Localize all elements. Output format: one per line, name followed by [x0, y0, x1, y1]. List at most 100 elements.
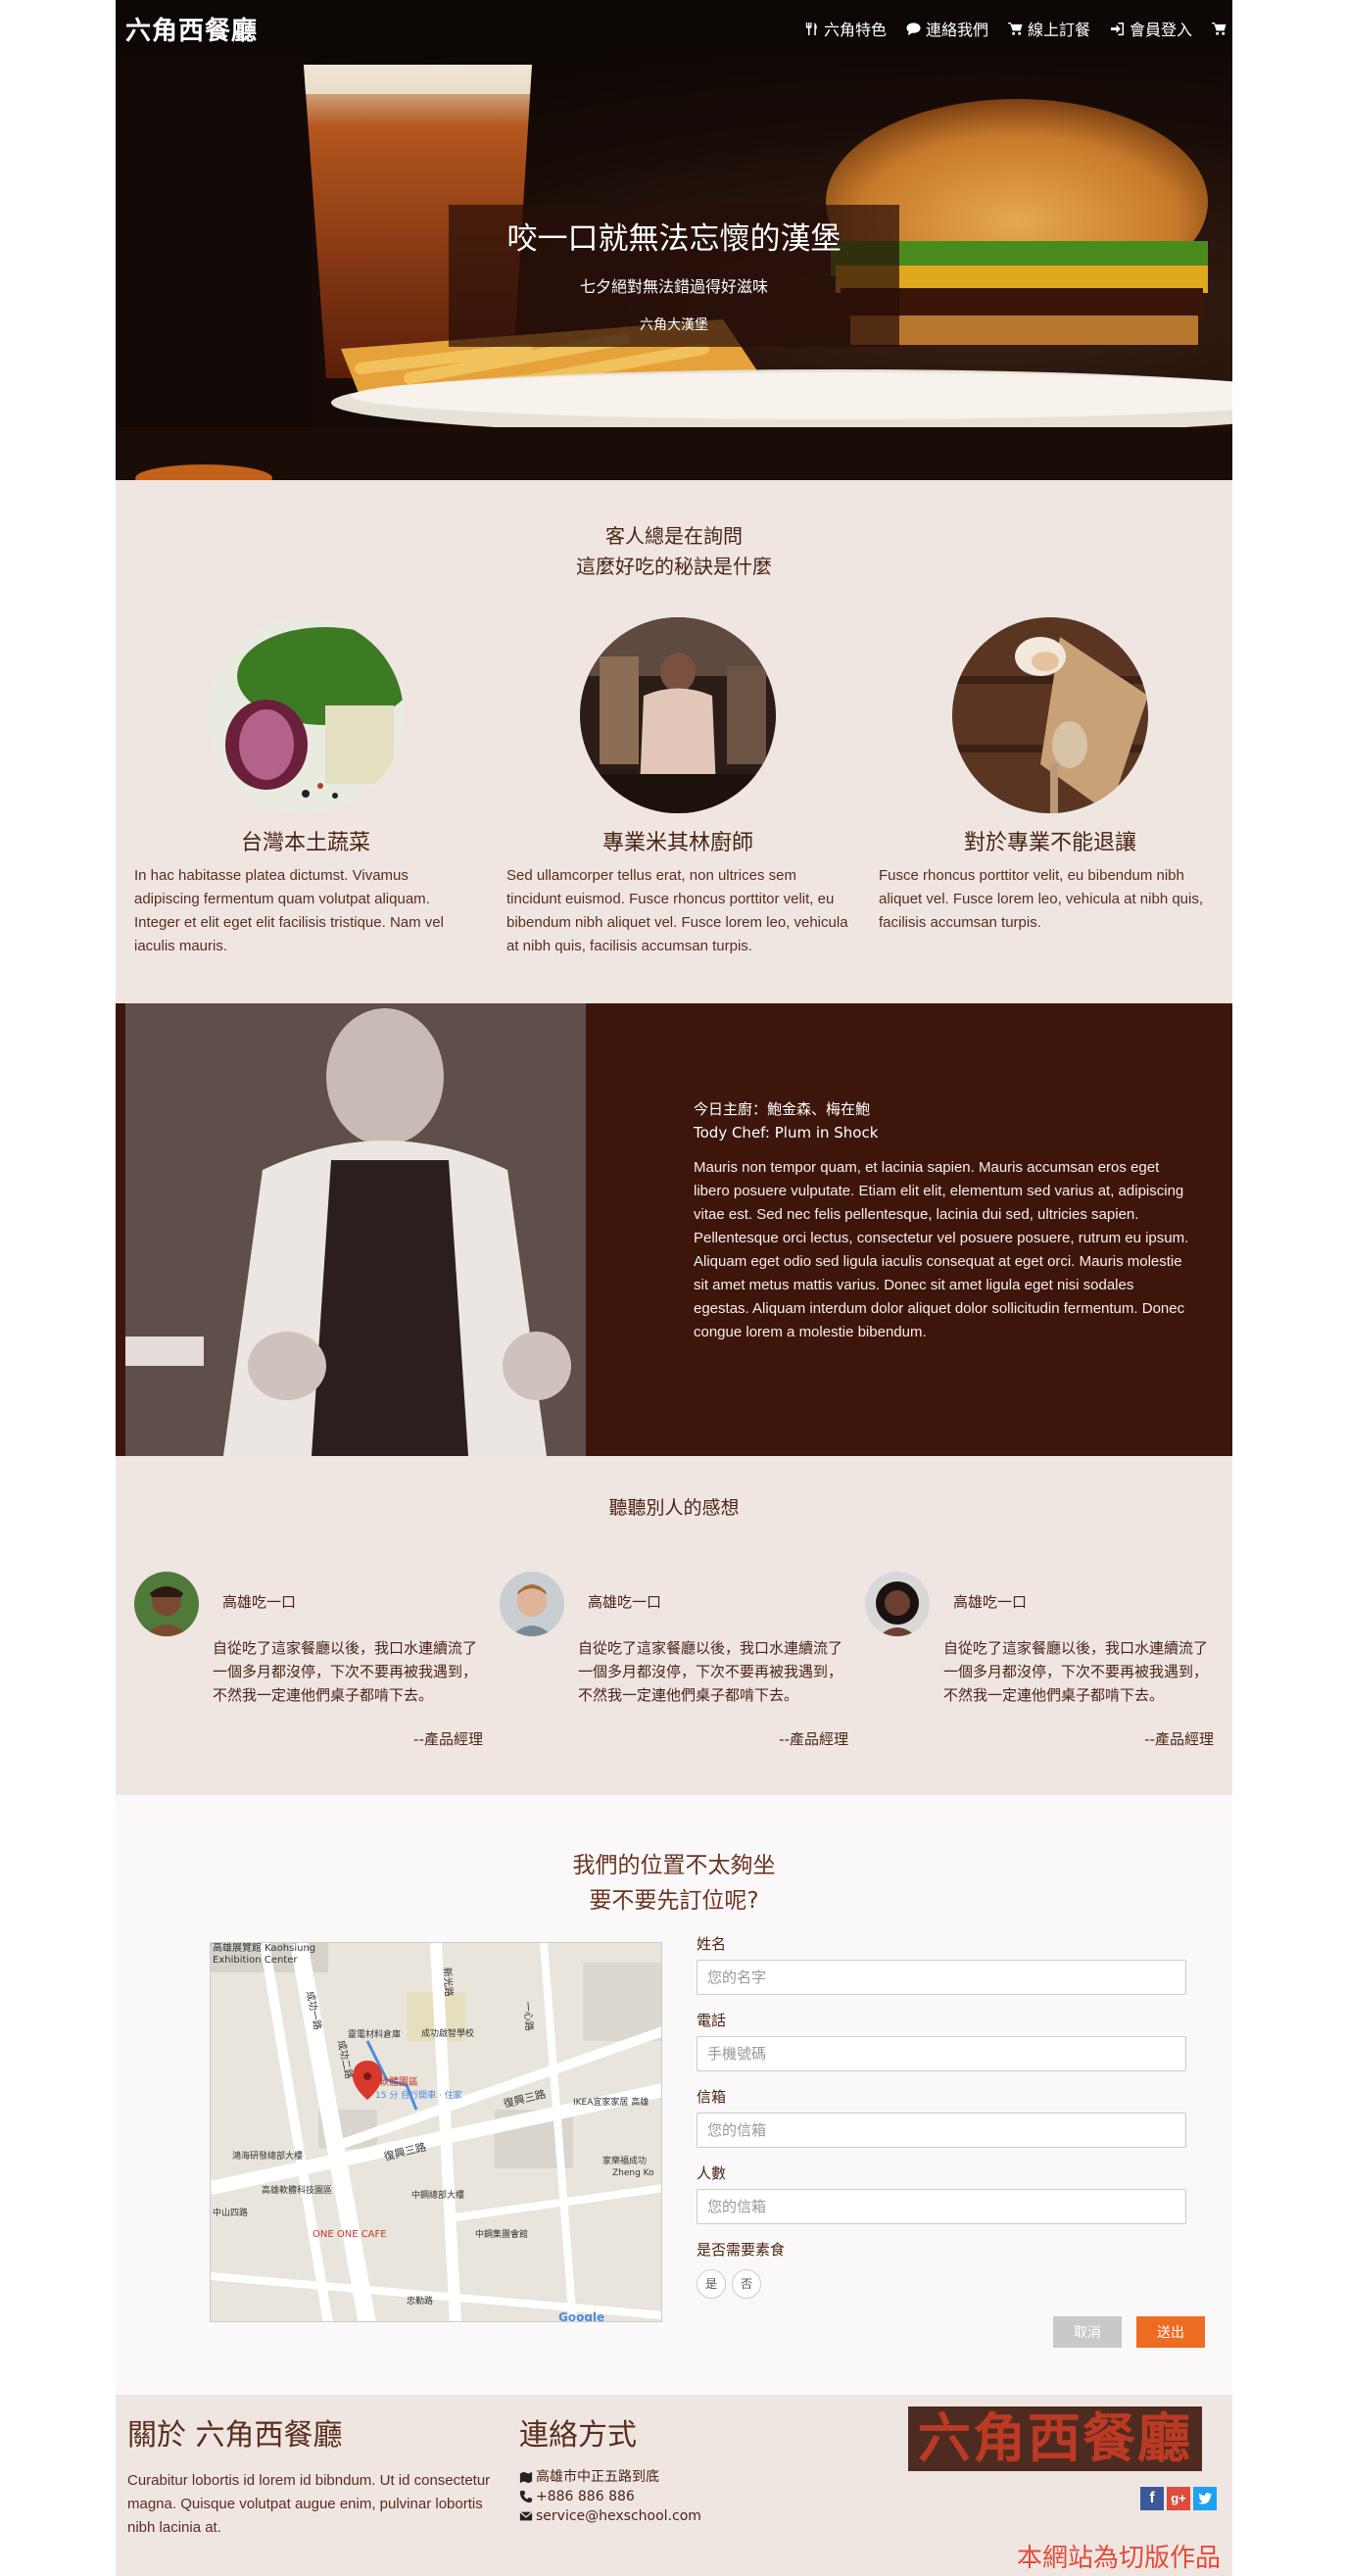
feature-card: 對於專業不能退讓 Fusce rhoncus porttitor velit, … [879, 617, 1222, 935]
nav-item-order[interactable]: 線上訂餐 [1007, 17, 1090, 40]
testimonials-heading: 聽聽別人的感想 [608, 1497, 740, 1519]
nav-cart-button[interactable] [1212, 17, 1227, 40]
nav-item-contact[interactable]: 連絡我們 [906, 17, 988, 40]
people-label: 人數 [697, 2164, 727, 2182]
chef-description: Mauris non tempor quam, et lacinia sapie… [694, 1159, 1189, 1340]
map-label: 中山四路 [213, 2207, 248, 2218]
vegetarian-yes-radio[interactable]: 是 [697, 2269, 726, 2299]
facebook-icon[interactable]: f [1140, 2487, 1164, 2510]
features-heading: 客人總是在詢問 這麼好吃的秘訣是什麼 [116, 480, 1232, 582]
map-label: 忠勤路 [407, 2295, 433, 2307]
contact-email: service@hexschool.com [519, 2506, 891, 2526]
people-input[interactable] [697, 2189, 1186, 2224]
hero-caption: 咬一口就無法忘懷的漢堡 七夕絕對無法錯過得好滋味 六角大漢堡 [449, 205, 899, 347]
navbar: 六角西餐廳 六角特色 連絡我們 線上訂餐 會員登入 [116, 0, 1232, 55]
cancel-button[interactable]: 取消 [1053, 2316, 1122, 2348]
twitter-icon[interactable] [1193, 2487, 1217, 2510]
cart-icon [1212, 22, 1227, 35]
submit-button[interactable]: 送出 [1136, 2316, 1205, 2348]
chef-kitchen-photo [580, 617, 776, 813]
features-section: 客人總是在詢問 這麼好吃的秘訣是什麼 台灣本土蔬菜 In hac habitas… [116, 480, 1232, 1003]
testimonial-role: --產品經理 [1144, 1730, 1214, 1748]
map-label: 高雄軟體科技園區 [262, 2184, 332, 2196]
testimonial-name: 高雄吃一口 [953, 1593, 1028, 1611]
contact-phone: +886 886 886 [519, 2487, 891, 2506]
nav-item-label: 會員登入 [1129, 21, 1192, 39]
feature-title: 專業米其林廚師 [601, 831, 753, 855]
contact-address: 高雄市中正五路到底 [519, 2467, 891, 2487]
login-icon [1110, 22, 1125, 35]
email-text[interactable]: service@hexschool.com [536, 2506, 701, 2526]
vegetarian-label: 是否需要素食 [697, 2241, 786, 2259]
email-input[interactable] [697, 2113, 1186, 2148]
phone-label: 電話 [697, 2012, 727, 2029]
cutlery-icon [805, 22, 817, 35]
map-label: 鴻海研發總部大樓 [232, 2150, 303, 2162]
feature-text: In hac habitasse platea dictumst. Vivamu… [134, 867, 444, 954]
brand-logo[interactable]: 六角西餐廳 [125, 11, 258, 47]
name-input[interactable] [697, 1960, 1186, 1995]
address-text: 高雄市中正五路到底 [536, 2469, 659, 2485]
avatar [134, 1572, 199, 1636]
map-label: 靈電材料倉庫 [348, 2028, 401, 2040]
nav-item-login[interactable]: 會員登入 [1110, 17, 1192, 40]
nav-item-features[interactable]: 六角特色 [804, 17, 887, 40]
nav-item-label: 線上訂餐 [1027, 21, 1090, 39]
testimonial-text: 自從吃了這家餐廳以後，我口水連續流了一個多月都沒停，下次不要再被我遇到，不然我一… [578, 1639, 843, 1704]
vegetable-photo [208, 617, 404, 813]
testimonial-text: 自從吃了這家餐廳以後，我口水連續流了一個多月都沒停，下次不要再被我遇到，不然我一… [943, 1639, 1209, 1704]
reservation-heading-line1: 我們的位置不太夠坐 [572, 1853, 776, 1878]
footer: 關於 六角西餐廳 Curabitur lobortis id lorem id … [116, 2395, 1232, 2576]
feature-text: Sed ullamcorper tellus erat, non ultrice… [506, 867, 848, 954]
footer-logo: 六角西餐廳 [908, 2406, 1202, 2471]
page: 六角西餐廳 六角特色 連絡我們 線上訂餐 會員登入 咬一口就無法忘懷的漢堡 七夕… [116, 0, 1232, 2576]
map-label: 中鋼集團會館 [475, 2228, 528, 2240]
contact-title: 連絡方式 [519, 2418, 637, 2453]
feature-card: 專業米其林廚師 Sed ullamcorper tellus erat, non… [506, 617, 849, 958]
envelope-icon [519, 2511, 533, 2521]
contact-column: 連絡方式 高雄市中正五路到底 +886 886 886 service@hexs… [519, 2410, 891, 2526]
map-label: Exhibition Center [213, 1955, 298, 1966]
email-label: 信箱 [697, 2088, 727, 2106]
reservation-heading-line2: 要不要先訂位呢? [589, 1888, 759, 1914]
feature-title: 對於專業不能退讓 [963, 831, 1136, 855]
chef-info: 今日主廚：鮑金森、梅在鮑 Tody Chef: Plum in Shock Ma… [694, 1097, 1193, 1344]
nav-item-label: 連絡我們 [925, 21, 988, 39]
map-label: IKEA宜家家居 高雄 [573, 2096, 649, 2108]
chef-photo [125, 1003, 586, 1456]
testimonial-text: 自從吃了這家餐廳以後，我口水連續流了一個多月都沒停，下次不要再被我遇到，不然我一… [213, 1639, 478, 1704]
baking-photo [952, 617, 1148, 813]
comment-icon [906, 22, 921, 35]
chef-names: 今日主廚：鮑金森、梅在鮑 [694, 1100, 871, 1118]
map-label: 成功啟智學校 [421, 2027, 474, 2039]
google-plus-icon[interactable]: g+ [1167, 2487, 1190, 2510]
testimonial-name: 高雄吃一口 [588, 1593, 662, 1611]
location-map[interactable]: 高雄展覽館 Kaohsiung Exhibition Center 成功一路 成… [210, 1942, 662, 2322]
feature-text: Fusce rhoncus porttitor velit, eu bibend… [879, 867, 1204, 931]
about-column: 關於 六角西餐廳 Curabitur lobortis id lorem id … [127, 2410, 500, 2540]
chef-section: 今日主廚：鮑金森、梅在鮑 Tody Chef: Plum in Shock Ma… [116, 1003, 1232, 1456]
hero-tagline: 六角大漢堡 [640, 317, 708, 333]
features-heading-line1: 客人總是在詢問 [605, 524, 743, 548]
map-label: ONE ONE CAFE [313, 2229, 387, 2240]
hero-banner: 咬一口就無法忘懷的漢堡 七夕絕對無法錯過得好滋味 六角大漢堡 [116, 55, 1232, 480]
avatar [865, 1572, 930, 1636]
map-label: 高雄展覽館 Kaohsiung [213, 1943, 315, 1954]
hero-subtitle: 七夕絕對無法錯過得好滋味 [579, 277, 768, 296]
portfolio-note: 本網站為切版作品 [1016, 2544, 1221, 2573]
name-label: 姓名 [697, 1935, 727, 1953]
about-title: 關於 六角西餐廳 [127, 2418, 343, 2453]
social-links: f g+ [1140, 2487, 1217, 2510]
map-label: 15 分 自行開車 · 住家 [375, 2089, 462, 2101]
map-label: Google [558, 2310, 604, 2322]
testimonial-role: --產品經理 [779, 1730, 848, 1748]
vegetarian-no-radio[interactable]: 否 [732, 2269, 761, 2299]
testimonials-section: 聽聽別人的感想 高雄吃一口 自從吃了這家餐廳以後，我口水連續流了一個多月都沒停，… [116, 1456, 1232, 1795]
nav-links: 六角特色 連絡我們 線上訂餐 會員登入 [804, 17, 1227, 40]
vegetarian-options: 是 否 [697, 2269, 1186, 2299]
map-icon [519, 2471, 533, 2484]
map-label: 中鋼總部大樓 [411, 2189, 464, 2201]
testimonial-name: 高雄吃一口 [222, 1593, 297, 1611]
cart-icon [1007, 22, 1023, 35]
phone-input[interactable] [697, 2036, 1186, 2071]
